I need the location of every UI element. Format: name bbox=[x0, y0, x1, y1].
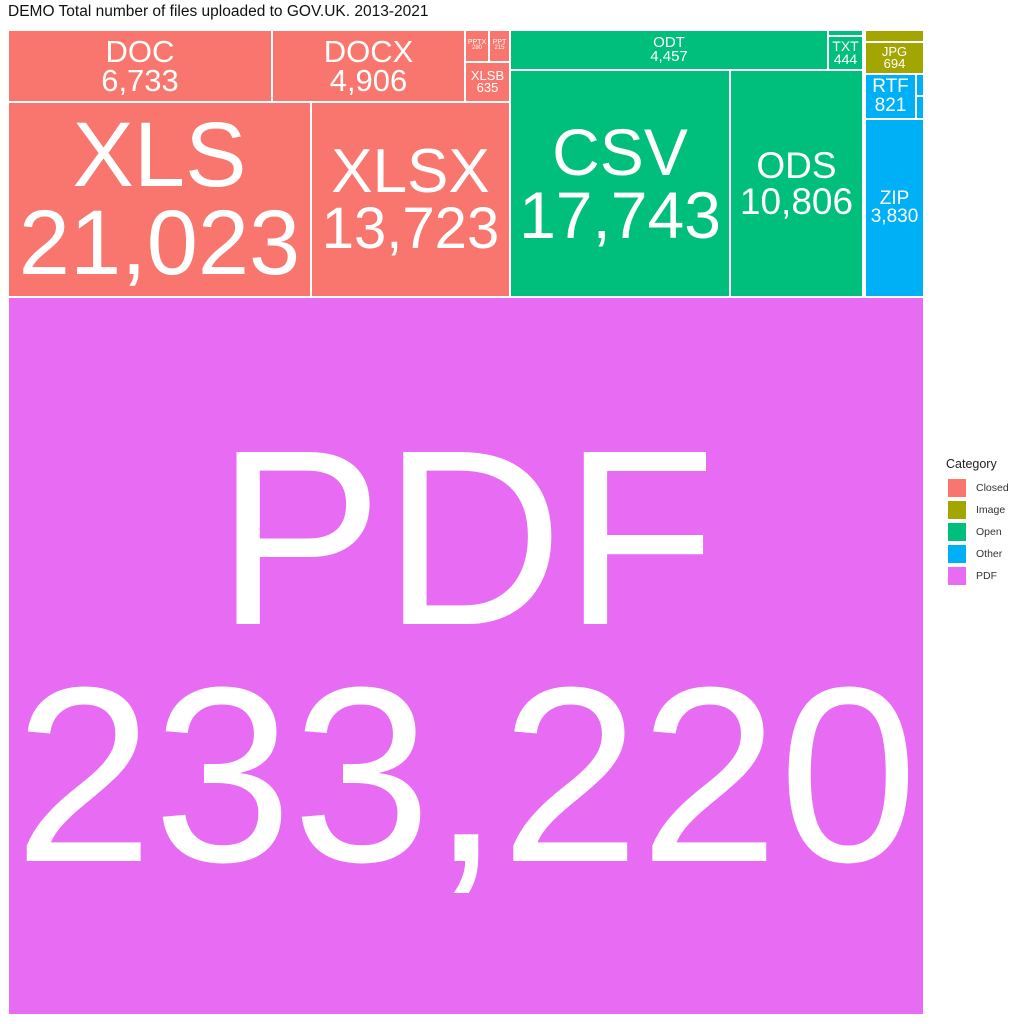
treemap-tile-unlabeled-image-14 bbox=[866, 31, 923, 41]
tile-label: XLSX bbox=[331, 136, 490, 206]
legend-label: Open bbox=[976, 526, 1002, 538]
legend-item-pdf: PDF bbox=[946, 565, 1009, 587]
treemap-tile-pptx: PPTX 280 bbox=[466, 31, 488, 61]
legend-label: Other bbox=[976, 548, 1003, 560]
tile-value: 233,220 bbox=[14, 635, 918, 914]
legend-swatch bbox=[948, 567, 966, 585]
treemap-tile-zip: ZIP 3,830 bbox=[866, 120, 923, 296]
tile-label: ODS bbox=[756, 145, 837, 187]
treemap-tile-odt: ODT 4,457 bbox=[511, 31, 827, 69]
tile-value: 4,457 bbox=[650, 48, 688, 65]
tile-label: DOC bbox=[105, 33, 175, 69]
legend-item-open: Open bbox=[946, 521, 1009, 543]
legend-swatch bbox=[948, 523, 966, 541]
treemap-tile-rtf: RTF 821 bbox=[866, 75, 915, 118]
legend-item-other: Other bbox=[946, 543, 1009, 565]
legend: Category Closed Image Open Other PDF bbox=[946, 457, 1009, 587]
treemap-tile-doc: DOC 6,733 bbox=[9, 31, 271, 101]
legend-swatch bbox=[948, 501, 966, 519]
treemap-tile-xlsx: XLSX 13,723 bbox=[312, 103, 509, 296]
tile-value: 694 bbox=[883, 56, 906, 71]
treemap-tile-unlabeled-open-12 bbox=[829, 31, 862, 35]
tile-value: 280 bbox=[471, 45, 482, 52]
treemap-tile-xlsb: XLSB 635 bbox=[466, 63, 509, 101]
tile-value: 17,743 bbox=[519, 177, 721, 252]
legend-item-image: Image bbox=[946, 499, 1009, 521]
legend-swatch bbox=[948, 545, 966, 563]
tile-value: 821 bbox=[874, 94, 907, 116]
tile-label: DOCX bbox=[323, 33, 414, 69]
tile-value: 13,723 bbox=[321, 196, 500, 262]
treemap-tile-csv: CSV 17,743 bbox=[511, 71, 729, 296]
tile-label: XLS bbox=[72, 104, 247, 207]
tile-value: 6,733 bbox=[101, 63, 179, 98]
treemap-tile-txt: TXT 444 bbox=[829, 37, 862, 69]
tile-label: PDF bbox=[216, 397, 716, 677]
treemap-tile-unlabeled-other-18 bbox=[917, 97, 923, 118]
tile-value: 3,830 bbox=[870, 206, 919, 227]
legend-swatch bbox=[948, 479, 966, 497]
legend-label: Closed bbox=[976, 482, 1009, 494]
treemap-tile-unlabeled-other-17 bbox=[917, 75, 923, 95]
treemap-tile-jpg: JPG 694 bbox=[866, 43, 923, 73]
treemap-tile-xls: XLS 21,023 bbox=[9, 103, 310, 296]
tile-value: 21,023 bbox=[18, 191, 301, 294]
treemap-tile-docx: DOCX 4,906 bbox=[273, 31, 464, 101]
tile-value: 635 bbox=[476, 80, 499, 95]
legend-label: Image bbox=[976, 504, 1006, 516]
treemap-tile-ppt: PPT 215 bbox=[490, 31, 509, 61]
treemap-tile-pdf: PDF 233,220 bbox=[9, 298, 923, 1014]
tile-value: 444 bbox=[833, 51, 858, 67]
tile-label: CSV bbox=[552, 114, 688, 189]
tile-value: 4,906 bbox=[329, 63, 408, 98]
treemap-plot: PDF 233,220 XLS 21,023 XLSX 13,723 DOC 6,733 DOC… bbox=[0, 0, 1024, 1024]
legend-label: PDF bbox=[976, 570, 997, 582]
tile-label: RTF bbox=[872, 76, 909, 98]
tile-value: 215 bbox=[494, 45, 505, 52]
tile-value: 10,806 bbox=[739, 180, 854, 222]
legend-item-closed: Closed bbox=[946, 477, 1009, 499]
legend-title: Category bbox=[946, 457, 997, 471]
treemap-tile-ods: ODS 10,806 bbox=[731, 71, 862, 296]
